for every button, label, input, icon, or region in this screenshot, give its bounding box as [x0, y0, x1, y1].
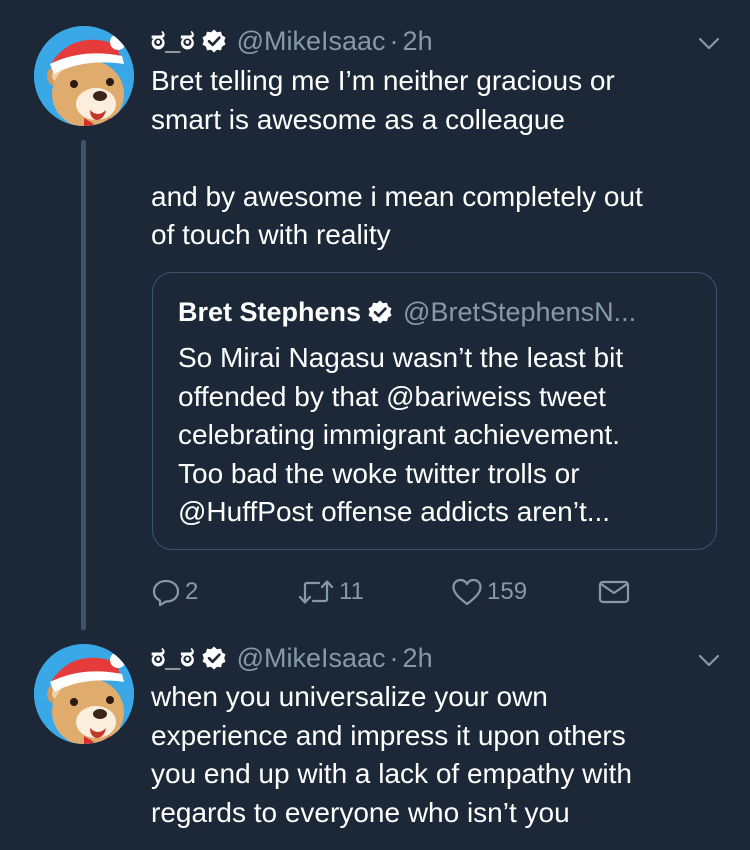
- tweet-actions: 2 11 159: [151, 572, 651, 612]
- display-name[interactable]: ಠ_ಠ: [151, 25, 195, 57]
- timestamp[interactable]: 2h: [403, 26, 433, 57]
- quoted-tweet-header: Bret Stephens @BretStephensN...: [178, 295, 636, 329]
- separator: ·: [389, 642, 399, 673]
- retweet-icon: [298, 580, 334, 604]
- display-name[interactable]: ಠ_ಠ: [151, 642, 195, 674]
- timestamp[interactable]: 2h: [403, 643, 433, 674]
- verified-badge-icon: [200, 28, 227, 54]
- reply-count: 2: [185, 578, 199, 605]
- bear-santa-hat-icon: [34, 26, 134, 126]
- quoted-handle: @BretStephensN...: [403, 296, 637, 327]
- thread-connector: [81, 140, 86, 630]
- retweet-count: 11: [339, 578, 364, 605]
- handle[interactable]: @MikeIsaac: [237, 643, 386, 674]
- tweet-header: ಠ_ಠ @MikeIsaac · 2h: [151, 24, 433, 58]
- reply-icon: [152, 579, 180, 607]
- tweet-header: ಠ_ಠ @MikeIsaac · 2h: [151, 641, 433, 675]
- tweet[interactable]: ಠ_ಠ @MikeIsaac · 2h Bret telling me I’m …: [0, 0, 750, 630]
- direct-message-button[interactable]: [597, 572, 631, 612]
- avatar[interactable]: [34, 644, 134, 744]
- verified-badge-icon: [200, 645, 227, 671]
- like-button[interactable]: 159: [451, 572, 527, 612]
- bear-santa-hat-icon: [34, 644, 134, 744]
- quoted-display-name: Bret Stephens: [178, 296, 362, 327]
- tweet-text: when you universalize your own experienc…: [151, 681, 632, 828]
- tweet[interactable]: ಠ_ಠ @MikeIsaac · 2h when you universaliz…: [0, 630, 750, 850]
- separator: ·: [389, 25, 399, 56]
- handle[interactable]: @MikeIsaac: [237, 26, 386, 57]
- avatar[interactable]: [34, 26, 134, 126]
- like-count: 159: [487, 578, 528, 605]
- chevron-down-icon[interactable]: [696, 30, 722, 56]
- chevron-down-icon[interactable]: [696, 647, 722, 673]
- reply-button[interactable]: 2: [151, 572, 198, 612]
- quoted-tweet[interactable]: Bret Stephens @BretStephensN... So Mirai…: [152, 272, 717, 550]
- envelope-icon: [598, 580, 630, 604]
- heart-icon: [452, 578, 482, 606]
- verified-badge-icon: [367, 299, 393, 325]
- tweet-text: Bret telling me I’m neither gracious or …: [151, 65, 643, 250]
- quoted-tweet-text: So Mirai Nagasu wasn’t the least bit off…: [178, 342, 624, 527]
- retweet-button[interactable]: 11: [297, 572, 364, 612]
